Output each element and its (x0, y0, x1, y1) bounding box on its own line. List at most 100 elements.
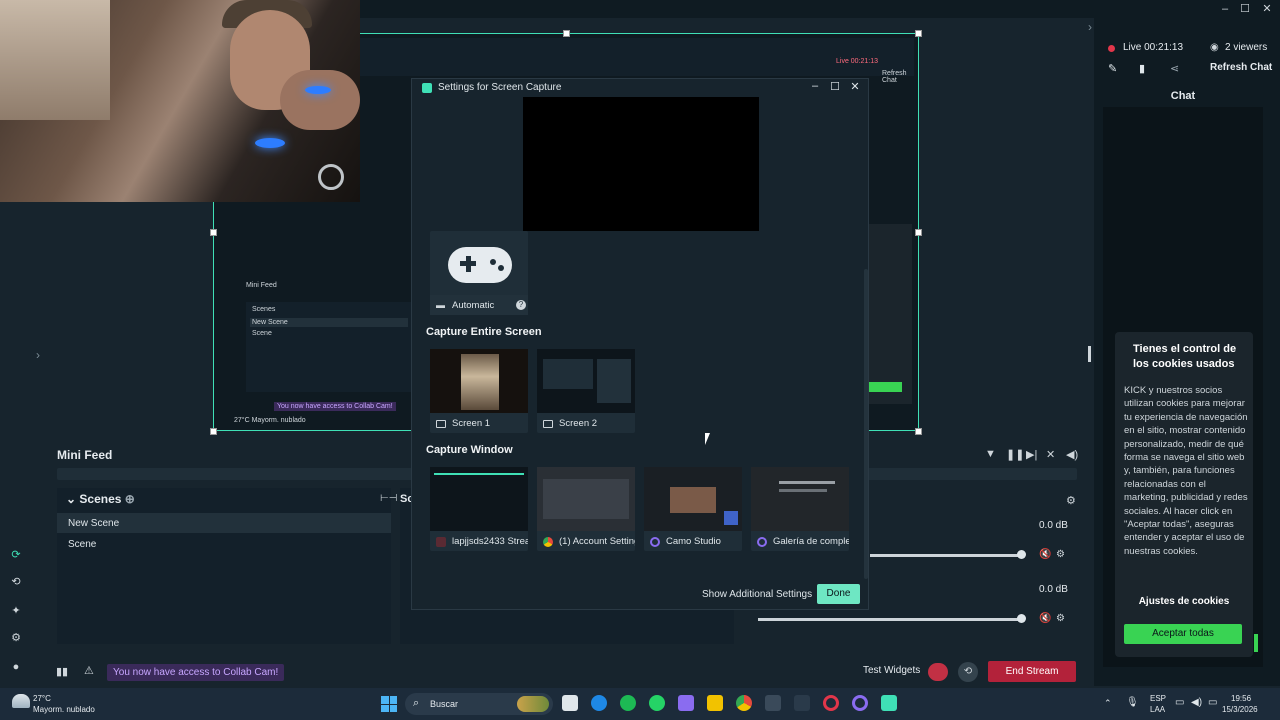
done-button[interactable]: Done (817, 584, 860, 604)
battery-icon[interactable]: ▭ (1208, 697, 1217, 708)
scene-item[interactable]: Scene (57, 534, 391, 554)
gamepad-small-icon: ▬ (436, 300, 445, 310)
filter-icon[interactable]: ▼ (985, 448, 996, 460)
book-icon[interactable]: ▮ (1139, 62, 1145, 75)
window-tile[interactable]: Camo Studio (644, 467, 742, 551)
pencil-icon[interactable]: ✎ (1108, 62, 1117, 75)
gear-icon[interactable]: ⚙ (1066, 494, 1076, 507)
replay-icon[interactable]: ⟲ (958, 662, 978, 682)
screen-tile[interactable]: Screen 1 (430, 349, 528, 433)
search-placeholder: Buscar (430, 699, 459, 709)
gear-icon[interactable]: ⚙ (1056, 549, 1065, 560)
nested-mini-feed-label: Mini Feed (246, 282, 277, 289)
windows-taskbar (0, 688, 1280, 720)
language-2[interactable]: LAA (1150, 705, 1165, 714)
volume-icon[interactable]: ◀) (1066, 448, 1078, 461)
network-icon[interactable]: ▭ (1175, 697, 1184, 708)
share-icon[interactable]: ⋖ (1170, 62, 1179, 75)
cookie-settings-button[interactable]: Ajustes de cookies (1115, 596, 1253, 607)
language-1[interactable]: ESP (1150, 694, 1166, 703)
resize-handle[interactable] (210, 229, 217, 236)
pause-icon[interactable]: ❚❚ (1006, 448, 1024, 461)
themes-icon[interactable]: ⟲ (9, 575, 23, 589)
monitor-icon (436, 420, 446, 428)
task-view-icon[interactable] (562, 695, 578, 711)
app-icon[interactable] (678, 695, 694, 711)
window-thumbnail (537, 467, 635, 531)
chevron-right-icon[interactable]: › (1088, 20, 1092, 34)
scenes-panel (57, 488, 391, 644)
record-button[interactable] (928, 663, 948, 681)
volume-icon[interactable]: ◀) (1191, 697, 1202, 708)
clock-date[interactable]: 15/3/2026 (1222, 705, 1258, 714)
nested-collab-badge: You now have access to Collab Cam! (274, 402, 396, 411)
volume-slider-2[interactable] (758, 618, 1022, 621)
transitions-icon[interactable]: ⊢⊣ (380, 493, 397, 504)
eye-icon: ◉ (1210, 42, 1219, 53)
minimize-icon[interactable]: – (806, 80, 824, 96)
resize-handle[interactable] (915, 229, 922, 236)
resize-grip[interactable] (1088, 346, 1091, 362)
window-tile[interactable]: Galería de complementos (751, 467, 849, 551)
resize-handle[interactable] (915, 428, 922, 435)
window-tile[interactable]: lapjjsds2433 Stream (430, 467, 528, 551)
accent-bar (1254, 634, 1258, 652)
microphone-icon[interactable]: 🎙 (1126, 697, 1139, 708)
magic-icon[interactable]: ✦ (9, 604, 23, 618)
mute-alerts-icon[interactable]: ✕ (1046, 448, 1055, 461)
scene-item[interactable]: New Scene (57, 513, 391, 533)
mute-icon[interactable]: 🔇 (1039, 613, 1051, 624)
close-icon[interactable]: ✕ (1256, 0, 1278, 18)
spotify-icon[interactable] (620, 695, 636, 711)
taskbar-search[interactable]: ⌕ Buscar (405, 693, 553, 715)
windows-start-icon[interactable] (381, 696, 397, 712)
volume-slider-1[interactable] (870, 554, 1022, 557)
nested-scenes-label: Scenes (252, 306, 276, 313)
screen-thumbnail (430, 349, 528, 413)
skip-icon[interactable]: ▶| (1026, 448, 1037, 461)
app-icon[interactable] (765, 695, 781, 711)
alert-icon[interactable]: ⚠ (84, 664, 94, 677)
test-widgets-button[interactable]: Test Widgets (863, 665, 920, 676)
opera-icon[interactable] (823, 695, 839, 711)
collab-cam-badge[interactable]: You now have access to Collab Cam! (107, 664, 285, 681)
edge-icon[interactable] (591, 695, 607, 711)
dialog-scrollbar[interactable] (864, 269, 868, 579)
app-icon[interactable] (794, 695, 810, 711)
chevron-right-icon[interactable]: › (36, 348, 40, 362)
resize-handle[interactable] (210, 428, 217, 435)
refresh-chat-button[interactable]: Refresh Chat (1210, 62, 1272, 73)
end-stream-button[interactable]: End Stream (988, 661, 1076, 682)
mute-icon[interactable]: 🔇 (1039, 549, 1051, 560)
settings-icon[interactable]: ⚙ (9, 631, 23, 645)
clock-time[interactable]: 19:56 (1231, 694, 1251, 703)
chrome-icon[interactable] (736, 695, 752, 711)
studio-mode-icon[interactable]: ⟳ (9, 548, 23, 562)
stats-icon[interactable]: ▮▮ (56, 665, 68, 678)
window-thumbnail (644, 467, 742, 531)
streamlabs-icon[interactable] (881, 695, 897, 711)
slider-knob[interactable] (1017, 550, 1026, 559)
help-icon[interactable]: ? (516, 300, 526, 310)
maximize-icon[interactable]: ☐ (826, 80, 844, 96)
minimize-icon[interactable]: – (1214, 0, 1236, 18)
resize-handle[interactable] (915, 30, 922, 37)
chevron-up-icon[interactable]: ⌃ (1104, 698, 1112, 709)
window-label: Camo Studio (666, 536, 721, 547)
gear-icon[interactable]: ⚙ (1056, 613, 1065, 624)
accept-cookies-button[interactable]: Aceptar todas (1124, 624, 1242, 644)
file-explorer-icon[interactable] (707, 695, 723, 711)
close-icon[interactable]: ✕ (846, 80, 864, 96)
camo-icon[interactable] (852, 695, 868, 711)
window-tile[interactable]: (1) Account Settings (537, 467, 635, 551)
slider-knob[interactable] (1017, 614, 1026, 623)
weather-desc: Mayorm. nublado (33, 705, 95, 714)
profile-icon[interactable]: ● (9, 661, 23, 675)
resize-handle[interactable] (563, 30, 570, 37)
whatsapp-icon[interactable] (649, 695, 665, 711)
window-label: Galería de complementos (773, 536, 849, 547)
maximize-icon[interactable]: ☐ (1234, 0, 1256, 18)
screen-tile[interactable]: Screen 2 (537, 349, 635, 433)
automatic-tile[interactable]: ▬ Automatic ? (430, 231, 528, 315)
show-additional-settings-button[interactable]: Show Additional Settings (702, 589, 812, 600)
